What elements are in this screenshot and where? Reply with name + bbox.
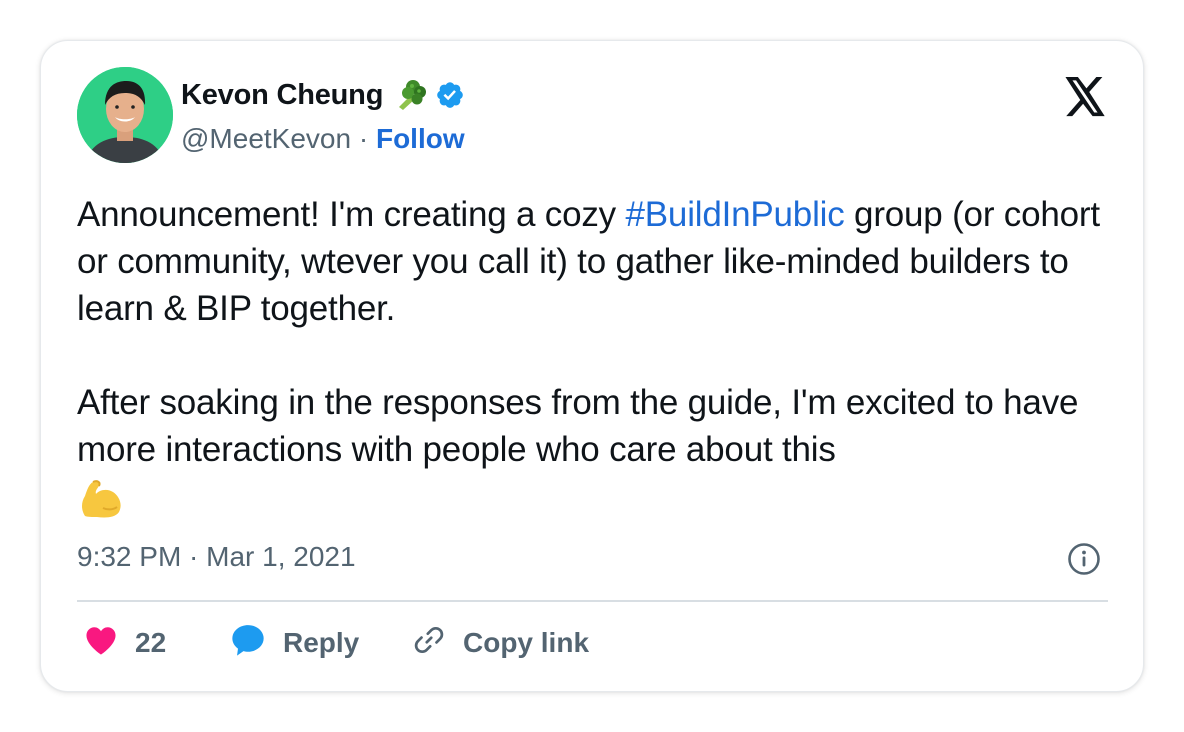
verified-badge-icon: [435, 80, 465, 110]
tweet-text: Announcement! I'm creating a cozy #Build…: [77, 191, 1117, 532]
reply-label: Reply: [283, 627, 360, 658]
reply-button[interactable]: Reply: [229, 621, 359, 665]
heart-icon: [83, 624, 119, 663]
action-bar: 22 Reply Copy link: [77, 621, 1108, 665]
x-logo-icon[interactable]: [1063, 77, 1107, 122]
tweet-paragraph-2: After soaking in the responses from the …: [77, 379, 1117, 473]
like-button[interactable]: 22: [83, 621, 166, 665]
like-count: 22: [135, 627, 167, 658]
broccoli-icon: [391, 77, 427, 113]
reply-bubble-icon: [229, 622, 267, 665]
link-icon: [411, 622, 447, 665]
tweet-timestamp[interactable]: 9:32 PM · Mar 1, 2021: [77, 541, 356, 573]
tweet-text-part: Announcement! I'm creating a cozy: [77, 195, 626, 234]
hashtag-link[interactable]: #BuildInPublic: [626, 195, 845, 234]
info-icon[interactable]: [1067, 542, 1101, 581]
separator-dot: ·: [358, 123, 369, 154]
author-handle[interactable]: @MeetKevon: [181, 123, 351, 154]
tweet-text-part: After soaking in the responses from the …: [77, 383, 1079, 469]
avatar[interactable]: [77, 67, 173, 163]
follow-button[interactable]: Follow: [376, 123, 465, 154]
flexed-biceps-emoji: [77, 476, 1117, 532]
tweet-card: Kevon Cheung @MeetKevon · Follow Announc…: [40, 40, 1144, 692]
handle-row: @MeetKevon · Follow: [181, 123, 465, 155]
copy-link-label: Copy link: [463, 627, 590, 658]
divider: [77, 600, 1108, 602]
author-name[interactable]: Kevon Cheung: [181, 79, 383, 112]
avatar-photo: [77, 67, 173, 163]
tweet-paragraph-1: Announcement! I'm creating a cozy #Build…: [77, 191, 1117, 332]
author-name-row: Kevon Cheung: [181, 77, 465, 113]
copy-link-button[interactable]: Copy link: [411, 621, 589, 665]
